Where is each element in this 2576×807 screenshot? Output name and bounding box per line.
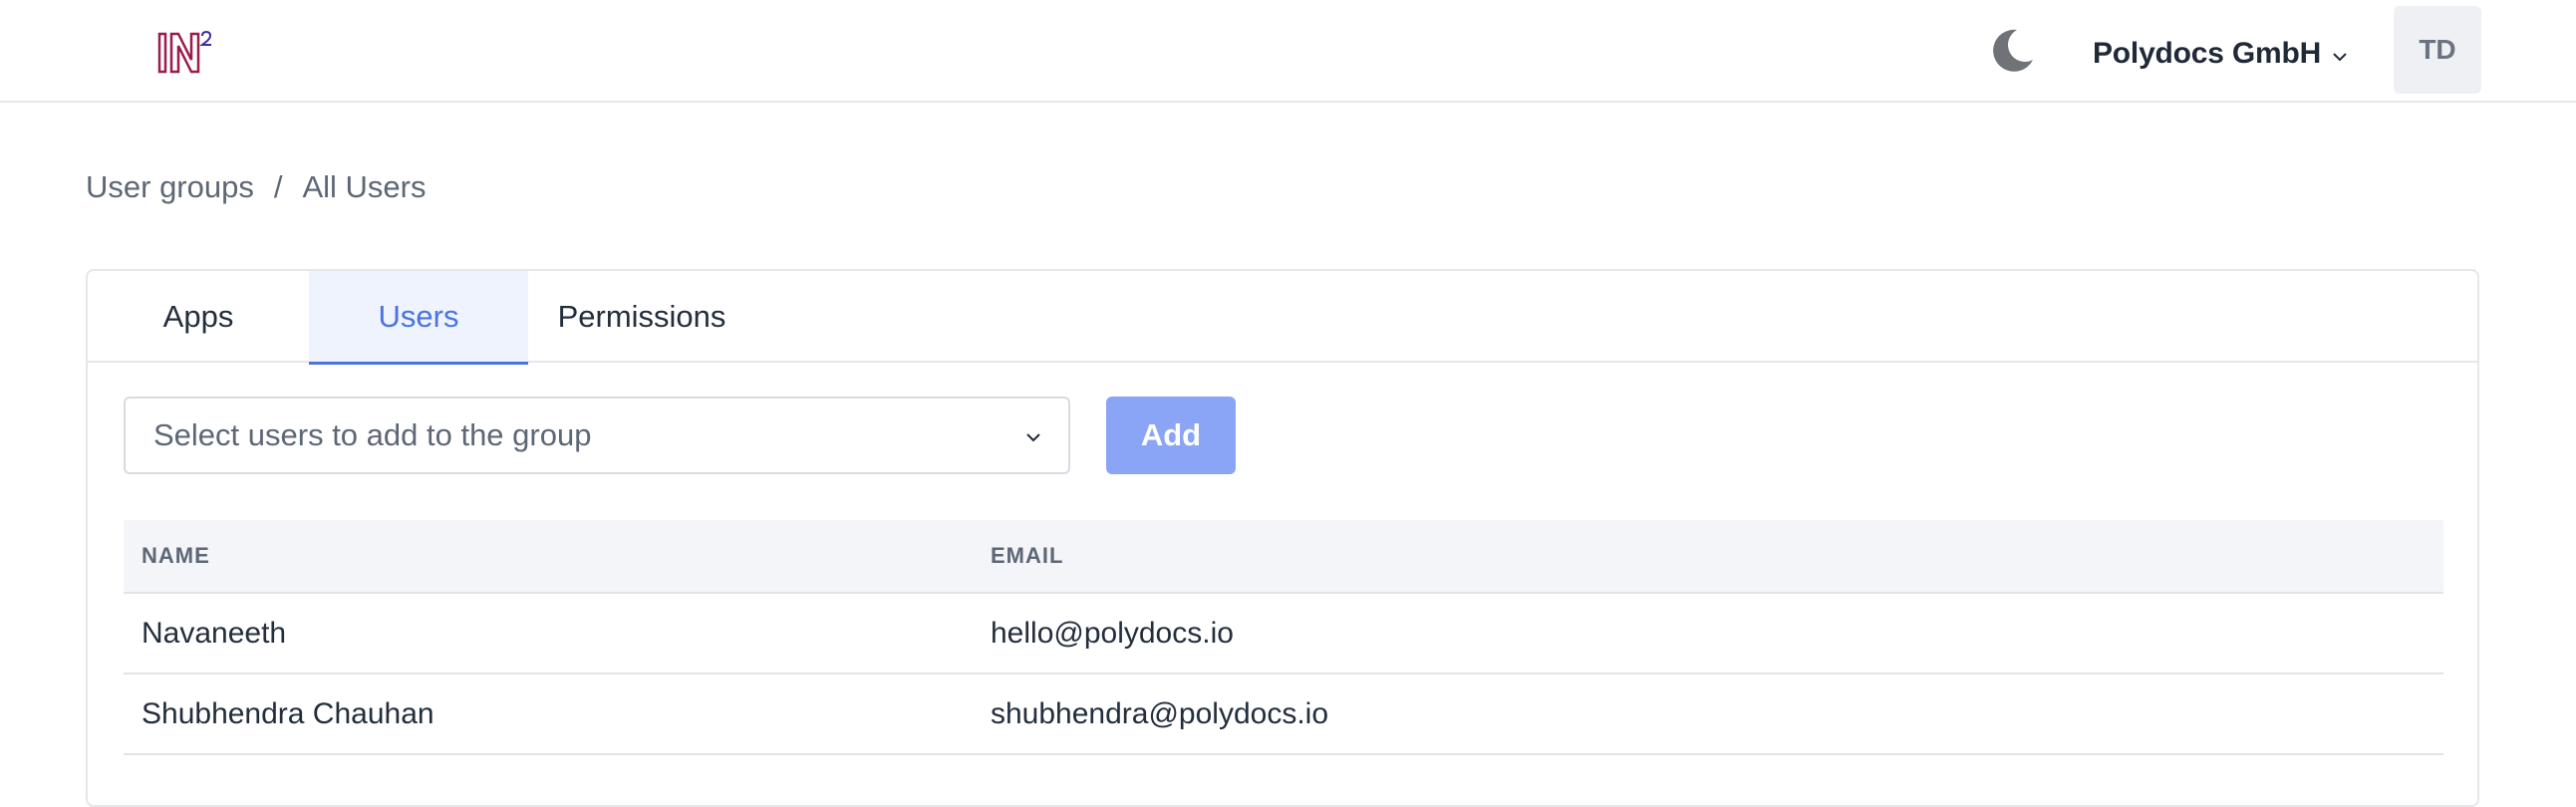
- add-button[interactable]: Add: [1106, 397, 1236, 474]
- column-header-name: NAME: [142, 543, 210, 568]
- user-name-cell: Navaneeth: [142, 616, 287, 650]
- chevron-down-icon: [1026, 433, 1040, 442]
- user-select-placeholder: Select users to add to the group: [153, 417, 592, 452]
- org-name: Polydocs GmbH: [2093, 37, 2322, 70]
- org-switcher[interactable]: Polydocs GmbH: [2093, 34, 2349, 74]
- chevron-down-icon: [2333, 53, 2347, 62]
- breadcrumb-all-users: All Users: [302, 169, 427, 204]
- breadcrumb-separator: /: [273, 169, 283, 204]
- tab-apps[interactable]: Apps: [88, 271, 309, 363]
- user-name-cell: Shubhendra Chauhan: [142, 696, 434, 730]
- user-email-cell: shubhendra@polydocs.io: [991, 696, 1329, 730]
- column-header-email: EMAIL: [991, 543, 1064, 568]
- breadcrumb-user-groups[interactable]: User groups: [86, 169, 254, 205]
- user-select-dropdown[interactable]: Select users to add to the group: [124, 397, 1070, 474]
- moon-icon[interactable]: [1987, 26, 2037, 76]
- users-table: NAME EMAIL Navaneeth hello@polydocs.io S…: [124, 520, 2443, 755]
- tab-users[interactable]: Users: [309, 271, 528, 365]
- table-row[interactable]: Shubhendra Chauhan shubhendra@polydocs.i…: [124, 674, 2443, 755]
- avatar[interactable]: TD: [2394, 6, 2481, 94]
- logo-icon: [157, 30, 212, 74]
- table-header: NAME EMAIL: [124, 520, 2443, 594]
- tab-bar: Apps Users Permissions: [88, 271, 2477, 365]
- tab-permissions[interactable]: Permissions: [528, 271, 755, 363]
- app-logo[interactable]: [157, 30, 217, 76]
- breadcrumb: User groups / All Users: [86, 167, 427, 207]
- top-navbar: Polydocs GmbH TD: [0, 0, 2576, 103]
- group-detail-card: Apps Users Permissions Select users to a…: [86, 269, 2479, 807]
- table-row[interactable]: Navaneeth hello@polydocs.io: [124, 594, 2443, 674]
- user-email-cell: hello@polydocs.io: [991, 616, 1234, 650]
